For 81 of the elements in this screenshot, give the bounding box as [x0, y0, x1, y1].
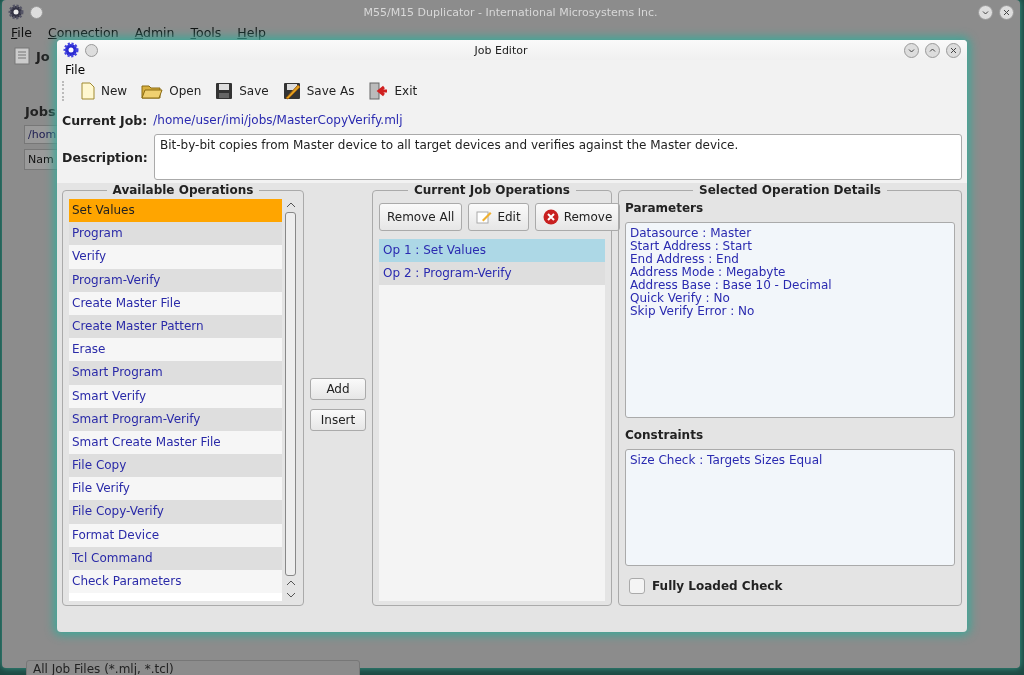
list-item[interactable]: Create Master File [69, 291, 282, 315]
list-item[interactable]: Create Master Pattern [69, 314, 282, 339]
column-header[interactable]: Nam [24, 149, 58, 170]
checkbox[interactable] [629, 578, 645, 594]
action-button[interactable]: Edit [468, 203, 529, 231]
action-button[interactable]: Remove [534, 203, 621, 231]
document-icon [81, 82, 95, 100]
minimize-button[interactable] [978, 4, 993, 20]
edit-icon [476, 210, 493, 224]
document-icon [14, 47, 30, 65]
list-item[interactable]: Smart Create Master File [69, 430, 282, 455]
parameter-line: Quick Verify : No [630, 292, 731, 305]
menu-item[interactable]: File [65, 63, 86, 77]
list-item[interactable]: Op 2 : Program-Verify [379, 262, 605, 285]
constraint-line: Size Check : Targets Sizes Equal [630, 454, 824, 467]
scroll-down-icon[interactable] [285, 591, 296, 599]
parameter-line: Skip Verify Error : No [630, 305, 756, 318]
list-item[interactable]: Program [69, 222, 282, 246]
menu-item[interactable]: Tools [190, 25, 222, 40]
pin-button[interactable] [30, 5, 43, 19]
group-title: Selected Operation Details [698, 183, 882, 197]
list-item[interactable]: Verify [69, 245, 282, 269]
parameter-line: Datasource : Master [630, 227, 753, 240]
scroll-up-icon[interactable] [285, 579, 296, 587]
gear-icon [8, 4, 24, 20]
toolbar-button[interactable]: Exit [368, 80, 418, 102]
list-item[interactable]: File Copy [69, 454, 282, 478]
section-label: Jobs [25, 104, 56, 119]
field-label: Description: [62, 149, 146, 165]
list-item[interactable]: Op 1 : Set Values [379, 239, 605, 262]
pin-button[interactable] [85, 43, 98, 57]
description-field[interactable]: Bit-by-bit copies from Master device to all target devices and verifies against the Master device. [154, 134, 962, 180]
parameter-line: Start Address : Start [630, 240, 753, 253]
checkbox-label: Fully Loaded Check [652, 579, 783, 593]
list-item[interactable]: Smart Program-Verify [69, 407, 282, 431]
filter-combo[interactable]: All Job Files (*.mlj, *.tcl) [26, 660, 360, 675]
list-item[interactable]: Smart Verify [69, 384, 282, 408]
gear-icon [63, 42, 79, 58]
toolbar-button[interactable]: Save As [282, 80, 355, 102]
menu-item[interactable]: File [11, 25, 32, 40]
tab-label[interactable]: Jo [36, 48, 50, 64]
toolbar-button[interactable]: New [81, 80, 128, 102]
action-button[interactable]: Add [310, 378, 366, 400]
list-item[interactable]: Tcl Command [69, 546, 282, 570]
door-arrow-icon [368, 82, 389, 100]
close-button[interactable] [946, 42, 961, 58]
menu-item[interactable]: Connection [47, 25, 119, 40]
window-title: M55/M15 Duplicator - International Microsystems Inc. [362, 5, 659, 19]
list-item[interactable]: Program-Verify [69, 268, 282, 292]
maximize-button[interactable] [925, 42, 940, 58]
list-item[interactable]: File Verify [69, 477, 282, 501]
field-label: Current Job: [62, 113, 148, 128]
parameter-line: Address Base : Base 10 - Decimal [630, 279, 833, 292]
scroll-up-icon[interactable] [285, 201, 296, 209]
menu-item[interactable]: Help [237, 25, 266, 40]
scroll-thumb[interactable] [285, 212, 296, 576]
action-button[interactable]: Insert [310, 409, 366, 431]
parameter-line: End Address : End [630, 253, 740, 266]
window-title: Job Editor [473, 43, 529, 57]
file-path: /home/user/imi/jobs/MasterCopyVerify.mlj [153, 113, 403, 128]
list-item[interactable]: Erase [69, 338, 282, 362]
section-label: Constraints [625, 427, 705, 444]
group-title: Current Job Operations [413, 183, 571, 197]
toolbar-button[interactable]: Open [141, 80, 202, 102]
list-item[interactable]: Set Values [69, 199, 282, 223]
minimize-button[interactable] [904, 42, 919, 58]
toolbar-button[interactable]: Save [215, 80, 269, 102]
group-title: Available Operations [111, 183, 255, 197]
list-item[interactable]: Smart Program [69, 361, 282, 385]
close-button[interactable] [999, 4, 1014, 20]
list-item[interactable]: Check Parameters [69, 570, 282, 594]
menu-item[interactable]: Admin [134, 25, 175, 40]
floppy-icon [215, 82, 234, 100]
list-item[interactable]: Format Device [69, 523, 282, 547]
section-label: Parameters [625, 200, 705, 217]
folder-icon [141, 82, 164, 100]
parameter-line: Address Mode : Megabyte [630, 266, 787, 279]
list-item[interactable]: File Copy-Verify [69, 500, 282, 524]
floppy-pen-icon [282, 82, 301, 100]
action-button[interactable]: Remove All [379, 203, 463, 231]
remove-icon [542, 209, 559, 225]
